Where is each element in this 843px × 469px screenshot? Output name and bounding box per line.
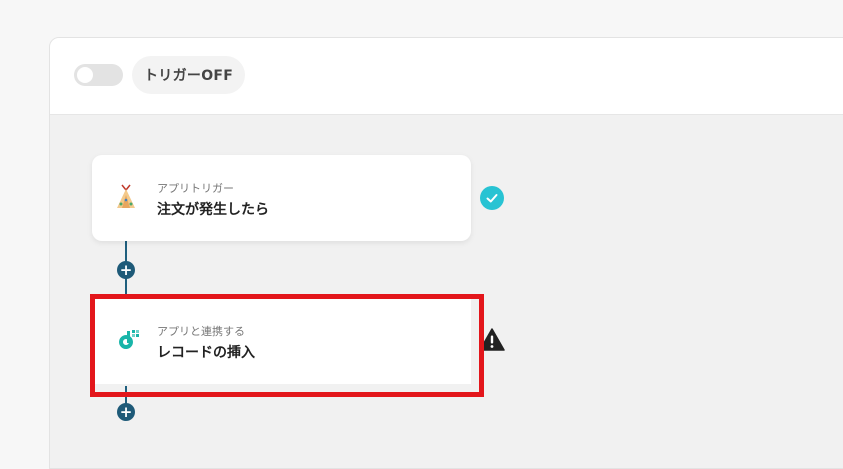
toggle-knob <box>77 67 93 83</box>
add-step-button[interactable]: + <box>117 403 135 421</box>
flow-panel: トリガーOFF + + アプリトリガー 注文が発生したら アプリと連携する レコ… <box>49 37 843 469</box>
highlight-frame <box>90 294 484 397</box>
step-card-trigger[interactable]: アプリトリガー 注文が発生したら <box>92 155 471 241</box>
trigger-status-label: トリガーOFF <box>132 56 246 94</box>
flow-header: トリガーOFF <box>50 38 843 115</box>
trigger-toggle[interactable] <box>74 64 123 86</box>
add-step-button[interactable]: + <box>117 261 135 279</box>
step-title: 注文が発生したら <box>157 202 269 218</box>
check-circle-icon <box>480 186 504 210</box>
teepee-tent-icon <box>112 183 140 211</box>
step-subtitle: アプリトリガー <box>157 182 234 195</box>
